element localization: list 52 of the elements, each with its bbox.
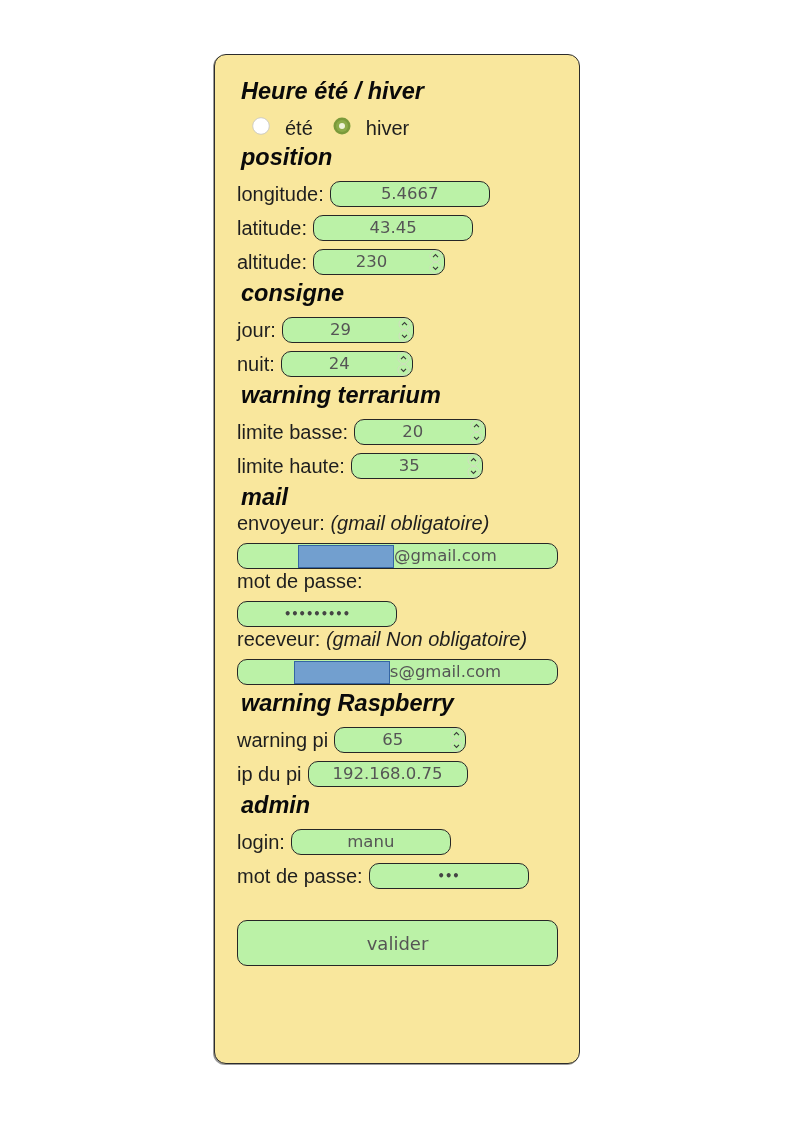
section-heading: Heure été / hiver — [241, 77, 424, 105]
radio-label[interactable]: hiver — [365, 116, 410, 140]
section-heading: mail — [241, 483, 289, 511]
chevron-up-icon[interactable] — [397, 318, 411, 330]
field-label: mot de passe: — [237, 569, 363, 593]
radio-button[interactable] — [332, 117, 351, 135]
text-field[interactable]: manu — [290, 829, 451, 855]
section-heading: position — [241, 143, 333, 171]
section-heading: warning Raspberry — [241, 689, 454, 717]
section-heading: warning terrarium — [241, 381, 441, 409]
field-label: altitude: — [237, 250, 308, 274]
email-field[interactable]: s@gmail.com — [237, 659, 558, 685]
field-label: latitude: — [237, 216, 308, 240]
number-field[interactable]: 65 — [334, 727, 467, 753]
field-label: ip du pi — [237, 762, 302, 786]
chevron-down-icon[interactable] — [396, 364, 410, 376]
text-field[interactable]: 192.168.0.75 — [307, 761, 468, 787]
email-field[interactable]: @gmail.com — [237, 543, 558, 569]
field-label: receveur: (gmail Non obligatoire) — [237, 627, 528, 651]
radio-label[interactable]: été — [285, 116, 313, 140]
number-field[interactable]: 35 — [350, 453, 483, 479]
section-heading: consigne — [241, 279, 345, 307]
chevron-down-icon[interactable] — [429, 262, 443, 274]
number-field[interactable]: 29 — [281, 317, 414, 343]
field-label: warning pi — [237, 728, 329, 752]
chevron-down-icon[interactable] — [466, 466, 480, 478]
section-heading: admin — [241, 791, 311, 819]
chevron-up-icon[interactable] — [466, 454, 480, 466]
field-label: nuit: — [237, 352, 275, 376]
password-field[interactable]: ••• — [368, 863, 529, 889]
field-label: mot de passe: — [237, 864, 363, 888]
submit-button[interactable]: valider — [237, 920, 558, 966]
field-label: login: — [237, 830, 285, 854]
number-field[interactable]: 24 — [280, 351, 413, 377]
chevron-up-icon[interactable] — [396, 352, 410, 364]
chevron-down-icon[interactable] — [470, 432, 484, 444]
radio-button[interactable] — [252, 117, 270, 135]
chevron-down-icon[interactable] — [450, 740, 464, 752]
number-field[interactable]: 20 — [354, 419, 487, 445]
text-field[interactable]: 43.45 — [313, 215, 474, 241]
password-field[interactable]: ••••••••• — [237, 601, 397, 627]
field-label: longitude: — [237, 182, 324, 206]
chevron-up-icon[interactable] — [450, 728, 464, 740]
chevron-up-icon[interactable] — [429, 250, 443, 262]
number-field[interactable]: 230 — [313, 249, 446, 275]
field-label: jour: — [237, 318, 276, 342]
field-label: envoyeur: (gmail obligatoire) — [237, 511, 490, 535]
chevron-down-icon[interactable] — [397, 330, 411, 342]
field-label: limite basse: — [237, 420, 349, 444]
field-label: limite haute: — [237, 454, 345, 478]
chevron-up-icon[interactable] — [470, 420, 484, 432]
text-field[interactable]: 5.4667 — [329, 181, 490, 207]
